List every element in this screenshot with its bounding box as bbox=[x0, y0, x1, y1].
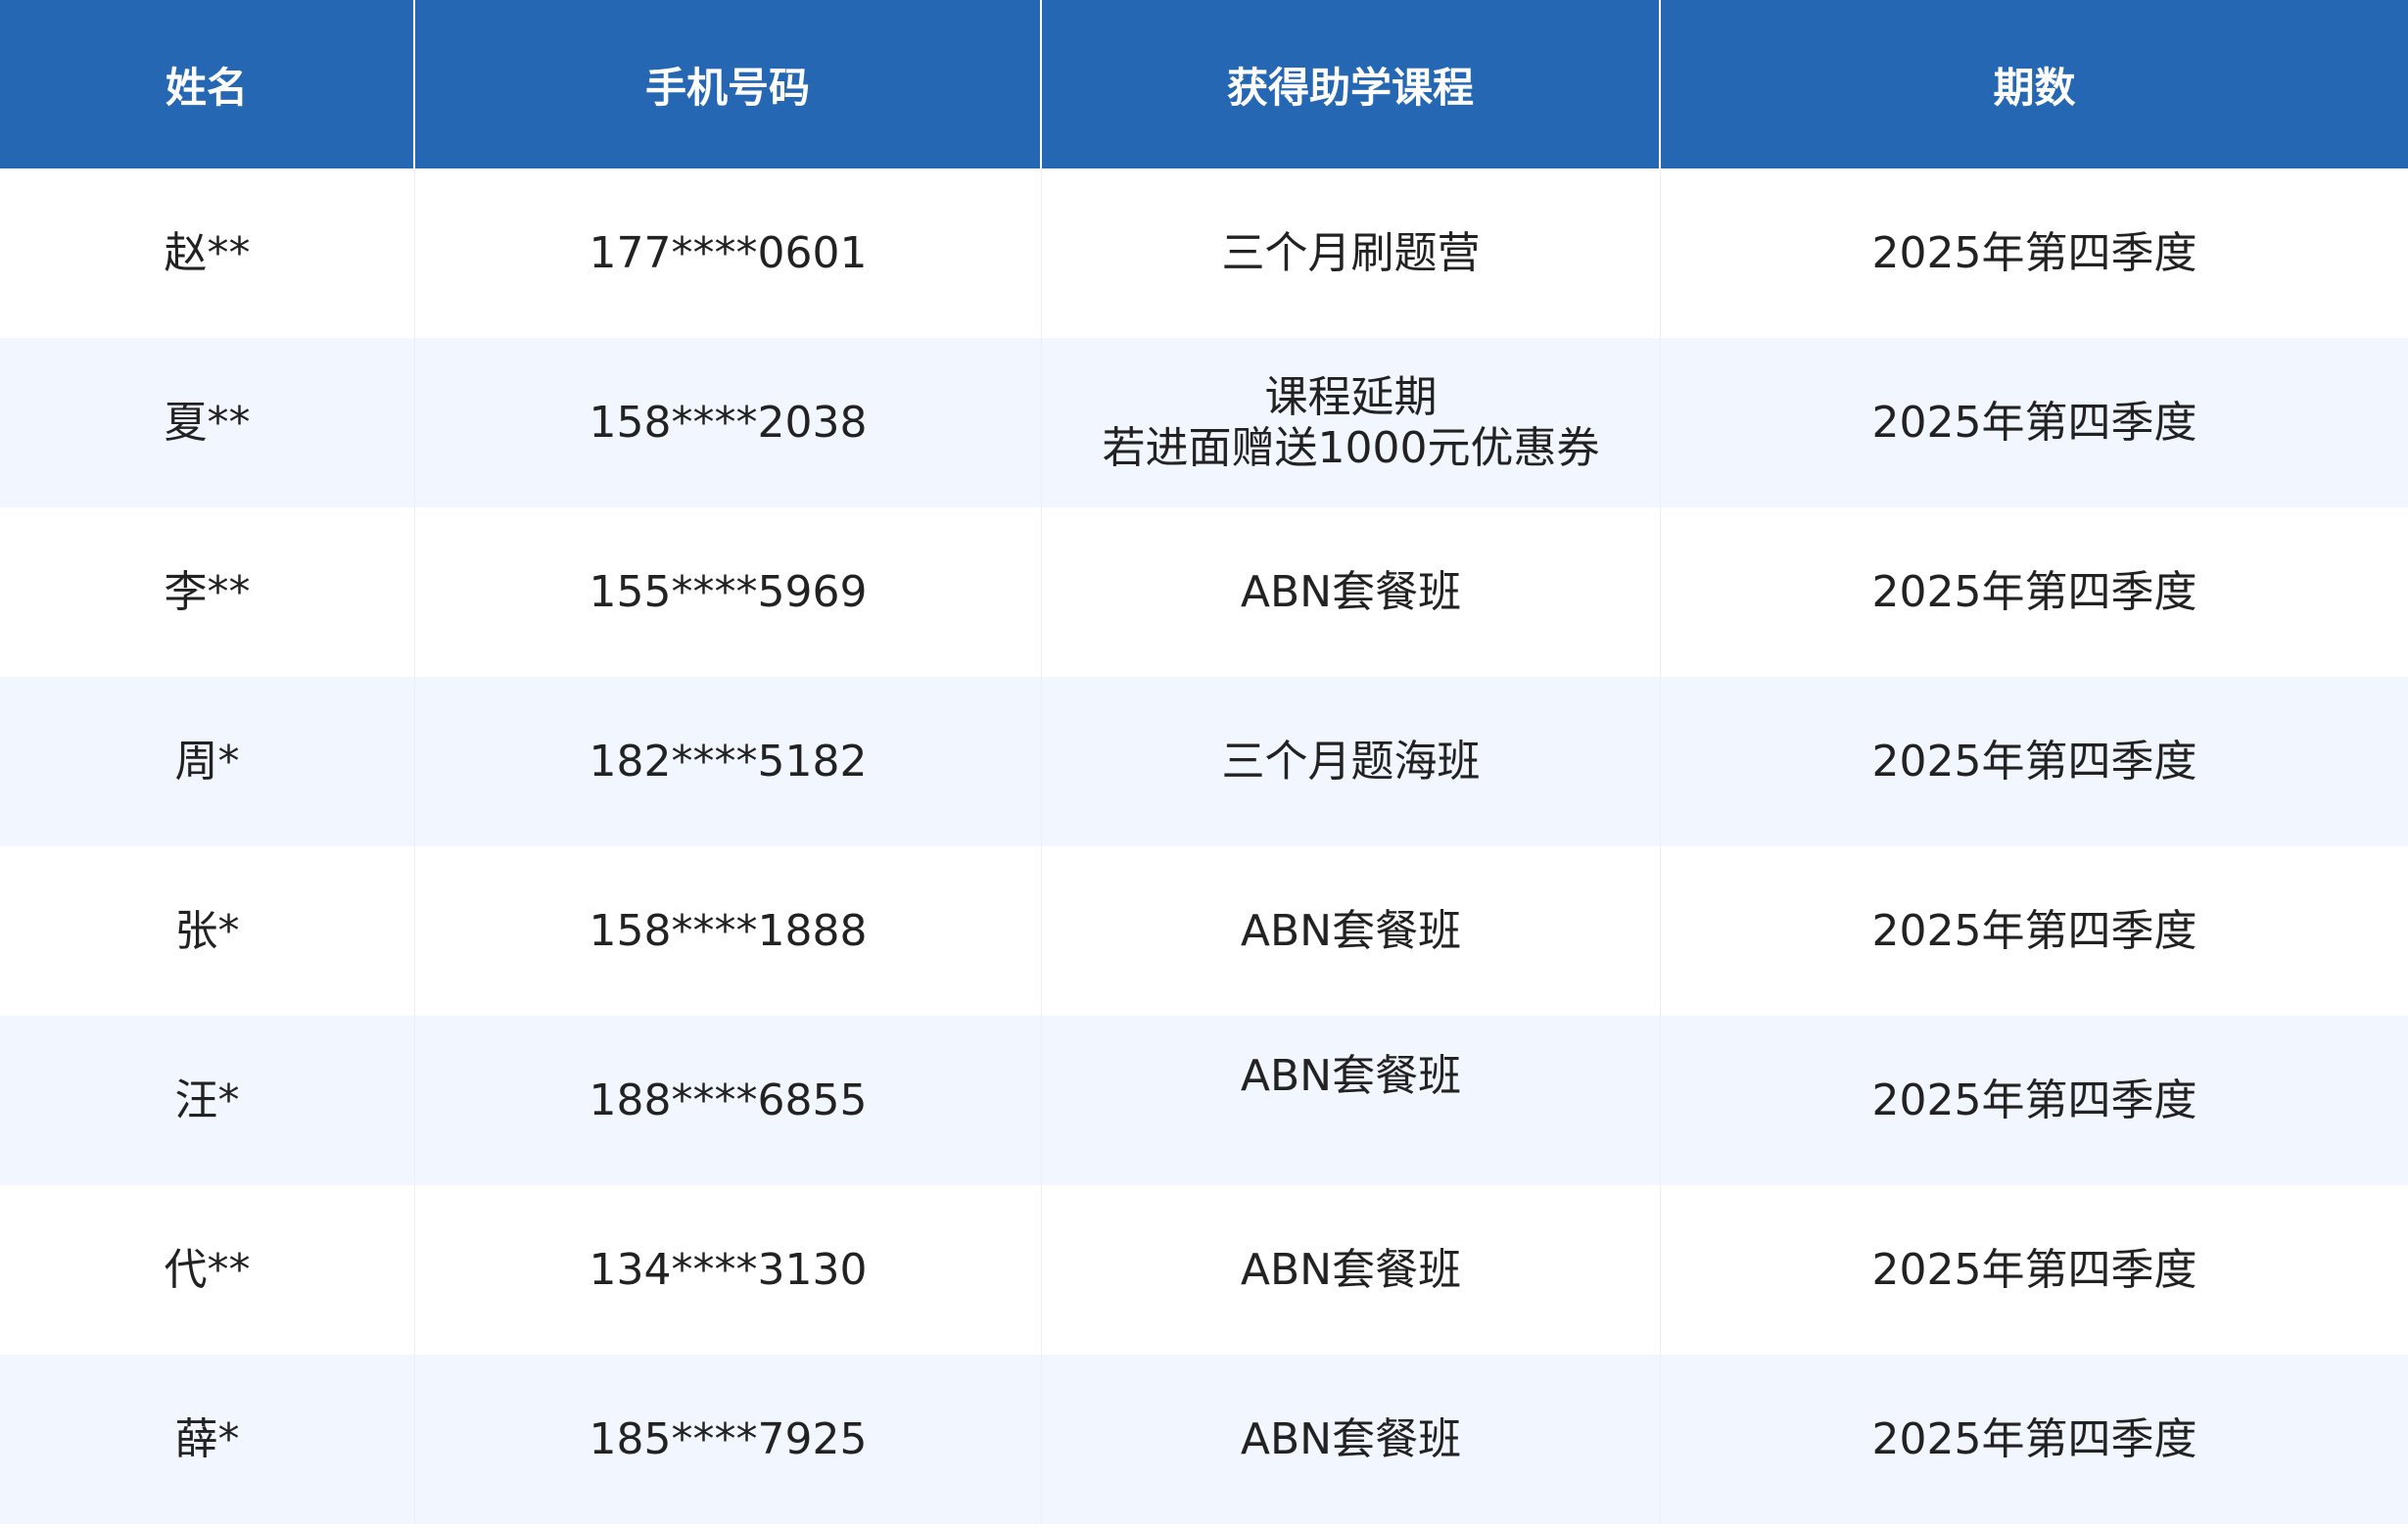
cell-course: ABN套餐班 bbox=[1042, 1016, 1661, 1185]
cell-phone: 182****5182 bbox=[415, 677, 1042, 846]
cell-course: ABN套餐班 bbox=[1042, 1355, 1661, 1524]
cell-period: 2025年第四季度 bbox=[1871, 227, 2197, 278]
cell-course: ABN套餐班 bbox=[1042, 507, 1661, 677]
header-course: 获得助学课程 bbox=[1042, 0, 1661, 168]
cell-phone: 134****3130 bbox=[415, 1185, 1042, 1355]
header-name: 姓名 bbox=[0, 0, 415, 168]
table-row: 汪* 188****6855 ABN套餐班 2025年第四季度 bbox=[0, 1016, 2408, 1185]
table-header: 姓名 手机号码 获得助学课程 期数 bbox=[0, 0, 2408, 168]
table-row: 张* 158****1888 ABN套餐班 2025年第四季度 bbox=[0, 846, 2408, 1016]
cell-period: 2025年第四季度 bbox=[1871, 1244, 2197, 1295]
cell-phone: 177****0601 bbox=[415, 168, 1042, 338]
cell-phone: 185****7925 bbox=[415, 1355, 1042, 1524]
cell-course: ABN套餐班 bbox=[1042, 846, 1661, 1016]
course-line-2: 若进面赠送1000元优惠券 bbox=[1102, 422, 1600, 473]
cell-course: ABN套餐班 bbox=[1042, 1185, 1661, 1355]
cell-period: 2025年第四季度 bbox=[1871, 397, 2197, 448]
course-lines: 课程延期 若进面赠送1000元优惠券 bbox=[1103, 372, 1600, 474]
cell-phone: 188****6855 bbox=[415, 1016, 1042, 1185]
recipients-table: 姓名 手机号码 获得助学课程 期数 赵** 177****0601 三个月刷题营… bbox=[0, 0, 2408, 1528]
cell-phone: 158****1888 bbox=[415, 846, 1042, 1016]
cell-name: 代** bbox=[0, 1185, 415, 1355]
table-row: 赵** 177****0601 三个月刷题营 2025年第四季度 bbox=[0, 168, 2408, 338]
cell-course: 三个月题海班 bbox=[1042, 677, 1661, 846]
cell-phone: 155****5969 bbox=[415, 507, 1042, 677]
cell-phone: 158****2038 bbox=[415, 338, 1042, 507]
cell-period: 2025年第四季度 bbox=[1871, 1074, 2197, 1125]
table-row: 薛* 185****7925 ABN套餐班 2025年第四季度 bbox=[0, 1355, 2408, 1524]
table-row: 李** 155****5969 ABN套餐班 2025年第四季度 bbox=[0, 507, 2408, 677]
cell-name: 夏** bbox=[0, 338, 415, 507]
cell-name: 薛* bbox=[0, 1355, 415, 1524]
cell-name: 汪* bbox=[0, 1016, 415, 1185]
cell-course: 三个月刷题营 bbox=[1042, 168, 1661, 338]
cell-name: 李** bbox=[0, 507, 415, 677]
table-body: 赵** 177****0601 三个月刷题营 2025年第四季度 夏** 158… bbox=[0, 168, 2408, 1524]
table-row: 代** 134****3130 ABN套餐班 2025年第四季度 bbox=[0, 1185, 2408, 1355]
cell-period: 2025年第四季度 bbox=[1871, 1413, 2197, 1464]
header-phone: 手机号码 bbox=[415, 0, 1042, 168]
cell-name: 周* bbox=[0, 677, 415, 846]
cell-period: 2025年第四季度 bbox=[1871, 905, 2197, 956]
course-line-1: 课程延期 bbox=[1264, 371, 1438, 422]
table-row: 夏** 158****2038 课程延期 若进面赠送1000元优惠券 2025年… bbox=[0, 338, 2408, 507]
cell-course: 课程延期 若进面赠送1000元优惠券 bbox=[1042, 338, 1661, 507]
table-row: 周* 182****5182 三个月题海班 2025年第四季度 bbox=[0, 677, 2408, 846]
cell-name: 赵** bbox=[0, 168, 415, 338]
cell-period: 2025年第四季度 bbox=[1871, 736, 2197, 787]
header-period: 期数 bbox=[1993, 63, 2076, 112]
cell-period: 2025年第四季度 bbox=[1871, 566, 2197, 617]
cell-name: 张* bbox=[0, 846, 415, 1016]
